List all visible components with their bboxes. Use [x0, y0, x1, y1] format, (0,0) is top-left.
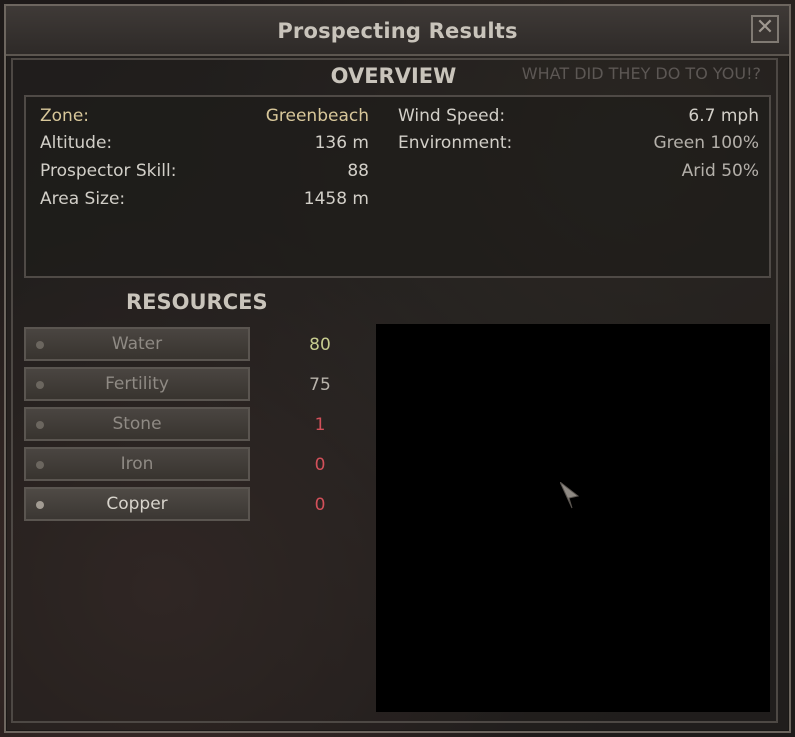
close-icon: ✕: [755, 15, 775, 40]
resource-label: Water: [111, 334, 163, 354]
radio-dot-icon: [36, 501, 44, 509]
resource-label: Iron: [120, 454, 154, 474]
mouse-cursor-icon: [560, 482, 580, 509]
resource-button-iron[interactable]: Iron: [24, 447, 250, 481]
resource-button-stone[interactable]: Stone: [24, 407, 250, 441]
resource-button-fertility[interactable]: Fertility: [24, 367, 250, 401]
resource-value-iron: 0: [314, 455, 326, 475]
prospector-skill-value: 88: [347, 161, 369, 181]
resource-label: Stone: [112, 414, 162, 434]
radio-dot-icon: [36, 341, 44, 349]
radio-dot-icon: [36, 381, 44, 389]
close-button[interactable]: ✕: [751, 15, 779, 43]
prospector-skill-label: Prospector Skill:: [40, 161, 177, 181]
window-titlebar[interactable]: Prospecting Results ✕: [6, 6, 789, 56]
wind-speed-label: Wind Speed:: [398, 106, 506, 126]
resource-button-water[interactable]: Water: [24, 327, 250, 361]
resource-value-stone: 1: [314, 415, 326, 435]
window-title: Prospecting Results: [277, 19, 518, 43]
resource-value-copper: 0: [314, 495, 326, 515]
radio-dot-icon: [36, 461, 44, 469]
zone-value: Greenbeach: [265, 106, 369, 126]
resource-button-copper[interactable]: Copper: [24, 487, 250, 521]
radio-dot-icon: [36, 421, 44, 429]
resource-label: Fertility: [105, 374, 169, 394]
resource-label: Copper: [106, 494, 168, 514]
environment-value-arid: Arid 50%: [681, 161, 759, 181]
environment-label: Environment:: [398, 133, 513, 153]
resources-title: RESOURCES: [126, 290, 268, 314]
environment-value-green: Green 100%: [653, 133, 760, 153]
flavor-text: WHAT DID THEY DO TO YOU!?: [521, 64, 761, 83]
resource-value-fertility: 75: [309, 375, 331, 395]
zone-label: Zone:: [40, 106, 90, 126]
altitude-label: Altitude:: [40, 133, 113, 153]
area-size-value: 1458 m: [303, 189, 369, 209]
resource-map-view[interactable]: [376, 324, 770, 712]
area-size-label: Area Size:: [40, 189, 126, 209]
wind-speed-value: 6.7 mph: [688, 106, 759, 126]
resource-value-water: 80: [309, 335, 331, 355]
altitude-value: 136 m: [314, 133, 369, 153]
